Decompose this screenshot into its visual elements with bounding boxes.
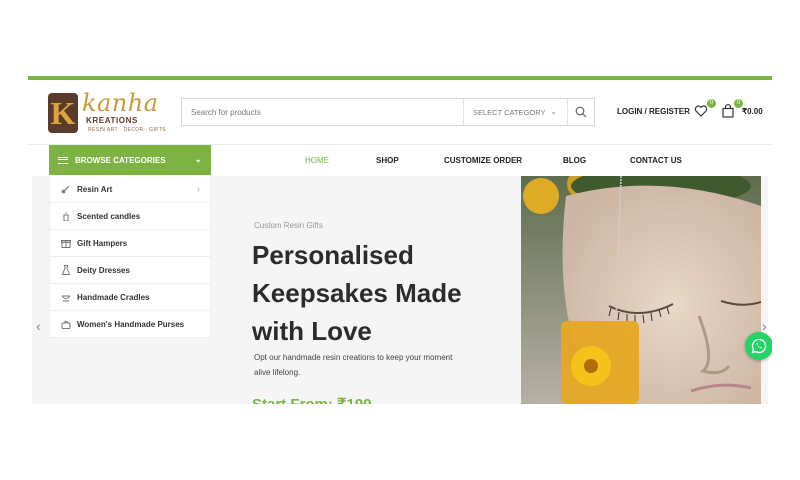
category-item-womens-handmade-purses[interactable]: Women's Handmade Purses xyxy=(50,311,210,338)
purse-icon xyxy=(61,319,71,329)
category-item-handmade-cradles[interactable]: Handmade Cradles xyxy=(50,284,210,311)
gift-icon xyxy=(61,238,71,248)
cradle-icon xyxy=(61,292,71,302)
search-input[interactable] xyxy=(182,99,463,125)
category-list: Resin Art › Scented candles Gift Hampers… xyxy=(49,176,211,338)
top-accent-bar xyxy=(28,76,772,80)
nav-shop[interactable]: SHOP xyxy=(376,145,399,175)
heart-icon xyxy=(694,105,708,117)
cart-button[interactable]: 0 xyxy=(721,99,743,120)
hero-price: Start From: ₹199 xyxy=(252,395,372,404)
category-label: Handmade Cradles xyxy=(77,292,150,302)
category-label: Women's Handmade Purses xyxy=(77,319,185,329)
search-bar: SELECT CATEGORY ⌄ xyxy=(181,98,595,126)
category-item-scented-candles[interactable]: Scented candles xyxy=(50,203,210,230)
cart-total[interactable]: ₹0.00 xyxy=(742,107,763,116)
category-label: Gift Hampers xyxy=(77,238,128,248)
category-item-resin-art[interactable]: Resin Art › xyxy=(50,176,210,203)
dress-icon xyxy=(61,265,71,275)
hamburger-icon xyxy=(58,156,68,164)
category-select[interactable]: SELECT CATEGORY ⌄ xyxy=(463,99,567,125)
shopping-bag-icon xyxy=(722,104,734,118)
login-register-link[interactable]: LOGIN / REGISTER xyxy=(617,107,690,116)
nav-contact-us[interactable]: CONTACT US xyxy=(630,145,682,175)
logo-name: kanha xyxy=(82,89,159,117)
category-item-gift-hampers[interactable]: Gift Hampers xyxy=(50,230,210,257)
wishlist-count-badge: 0 xyxy=(707,99,716,108)
search-button[interactable] xyxy=(567,99,594,125)
nav-customize-order[interactable]: CUSTOMIZE ORDER xyxy=(444,145,522,175)
nav-home[interactable]: HOME xyxy=(305,145,329,175)
category-label: Deity Dresses xyxy=(77,265,130,275)
chevron-down-icon: ⌄ xyxy=(550,107,557,116)
nav-blog[interactable]: BLOG xyxy=(563,145,586,175)
wishlist-button[interactable]: 0 xyxy=(694,99,716,120)
chevron-right-icon: › xyxy=(197,184,200,194)
logo-tagline: RESIN ART · DECOR · GIFTS xyxy=(88,127,166,133)
hero-eyebrow: Custom Resin Gifts xyxy=(254,221,323,230)
hero-product-image xyxy=(521,176,761,404)
category-label: Resin Art xyxy=(77,184,113,194)
brush-icon xyxy=(61,184,71,194)
logo-subname: KREATIONS xyxy=(86,116,138,125)
site-logo[interactable]: K kanha KREATIONS RESIN ART · DECOR · GI… xyxy=(48,89,168,137)
candle-icon xyxy=(61,211,71,221)
page-frame: K kanha KREATIONS RESIN ART · DECOR · GI… xyxy=(28,76,772,404)
hero-headline: Personalised Keepsakes Made with Love xyxy=(252,240,462,346)
whatsapp-chat-button[interactable] xyxy=(745,332,772,360)
whatsapp-icon xyxy=(751,338,767,354)
category-select-label: SELECT CATEGORY xyxy=(473,107,546,117)
browse-categories-label: BROWSE CATEGORIES xyxy=(75,155,166,165)
logo-mark-icon: K xyxy=(48,93,78,133)
slider-prev-arrow-icon[interactable]: ‹ xyxy=(36,318,41,334)
search-icon xyxy=(575,106,587,118)
category-item-deity-dresses[interactable]: Deity Dresses xyxy=(50,257,210,284)
hero-subtext: Opt our handmade resin creations to keep… xyxy=(254,353,453,377)
browse-categories-button[interactable]: BROWSE CATEGORIES ⌄ xyxy=(49,145,211,175)
chevron-down-icon: ⌄ xyxy=(194,154,202,164)
category-label: Scented candles xyxy=(77,211,141,221)
